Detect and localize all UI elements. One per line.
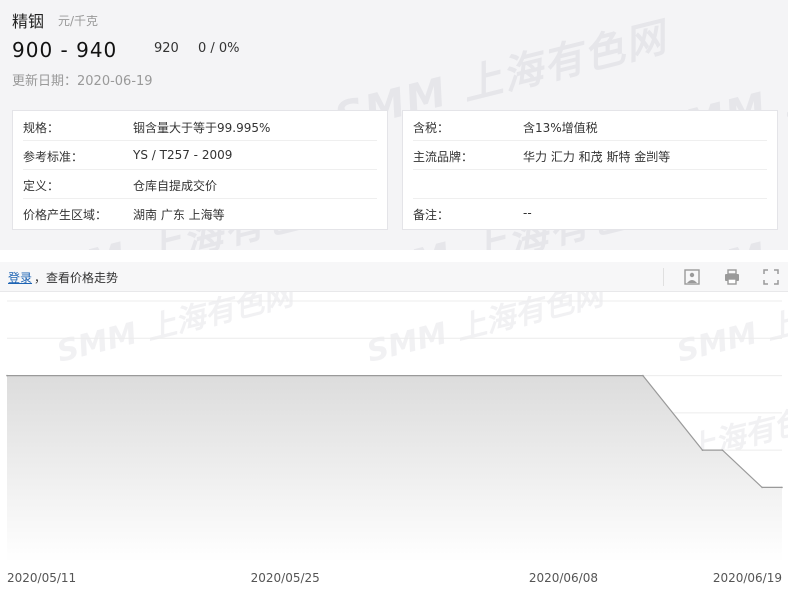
spec-value: 华力 汇力 和茂 斯特 金剀等 — [523, 150, 671, 164]
spec-value: 铟含量大于等于99.995% — [133, 121, 271, 135]
spec-row: 规格： 铟含量大于等于99.995% — [23, 111, 377, 141]
data-point — [701, 449, 704, 451]
watermark: SMM 上海有色网 — [673, 292, 788, 370]
spec-value: 仓库自提成交价 — [133, 179, 218, 193]
data-point — [761, 486, 763, 489]
spec-label: 价格产生区域： — [23, 208, 108, 222]
x-tick-label: 2020/06/08 — [529, 571, 598, 585]
data-point — [6, 374, 8, 377]
data-point — [721, 449, 724, 451]
price-change: 0 / 0% — [198, 41, 240, 56]
x-tick-label: 2020/05/25 — [251, 571, 320, 585]
spec-value: 含13%增值税 — [523, 121, 598, 135]
watermark: SMM 上海有色网 — [53, 292, 300, 370]
spec-row: 含税： 含13%增值税 — [413, 111, 767, 141]
price-trend-svg: SMM 上海有色网SMM 上海有色网SMM 上海有色网SMM 上海有色网 202… — [6, 276, 788, 585]
x-tick-label: 2020/05/11 — [7, 571, 76, 585]
trend-toolbar: 登录 ，查看价格走势 — [0, 262, 788, 292]
spec-value: 湖南 广东 上海等 — [133, 208, 225, 222]
section-gap — [0, 250, 788, 262]
price-header-panel: SMM 上海有色网 SMM 上海有色网 SMM 上海有色网 SMM 上海有色网 … — [0, 0, 788, 250]
spec-row: 备注： -- — [413, 198, 767, 227]
spec-label: 规格： — [23, 121, 60, 135]
watermark: SMM 上海有色网 — [363, 292, 610, 370]
fullscreen-icon[interactable] — [762, 268, 780, 286]
spec-table-right: 含税： 含13%增值税 主流品牌： 华力 汇力 和茂 斯特 金剀等 备注： -- — [402, 110, 778, 230]
print-icon[interactable] — [723, 268, 741, 286]
picture-icon[interactable] — [683, 268, 701, 286]
x-tick-label: 2020/06/19 — [713, 571, 782, 585]
product-name: 精铟 — [12, 12, 45, 31]
spec-label: 定义： — [23, 179, 60, 193]
trend-hint: ，查看价格走势 — [34, 271, 119, 285]
price-unit: 元/千克 — [58, 14, 99, 28]
spec-table-left: 规格： 铟含量大于等于99.995% 参考标准： YS / T257 - 200… — [12, 110, 388, 230]
toolbar-divider — [663, 268, 664, 286]
spec-value: YS / T257 - 2009 — [133, 148, 233, 162]
spec-label: 备注： — [413, 208, 450, 222]
spec-value: -- — [523, 206, 532, 220]
spec-row — [413, 169, 767, 199]
spec-row: 定义： 仓库自提成交价 — [23, 169, 377, 199]
data-point — [642, 374, 644, 377]
average-price: 920 — [154, 41, 179, 56]
spec-label: 含税： — [413, 121, 450, 135]
spec-row: 价格产生区域： 湖南 广东 上海等 — [23, 198, 377, 227]
spec-row: 主流品牌： 华力 汇力 和茂 斯特 金剀等 — [413, 140, 767, 170]
spec-label: 参考标准： — [23, 150, 84, 164]
login-link[interactable]: 登录 — [8, 269, 32, 286]
data-point — [781, 486, 783, 489]
price-trend-chart: SMM 上海有色网SMM 上海有色网SMM 上海有色网SMM 上海有色网 202… — [0, 276, 788, 592]
update-date: 更新日期：2020-06-19 — [12, 74, 153, 89]
spec-label: 主流品牌： — [413, 150, 474, 164]
price-range: 900 - 940 — [12, 38, 118, 62]
spec-row: 参考标准： YS / T257 - 2009 — [23, 140, 377, 170]
